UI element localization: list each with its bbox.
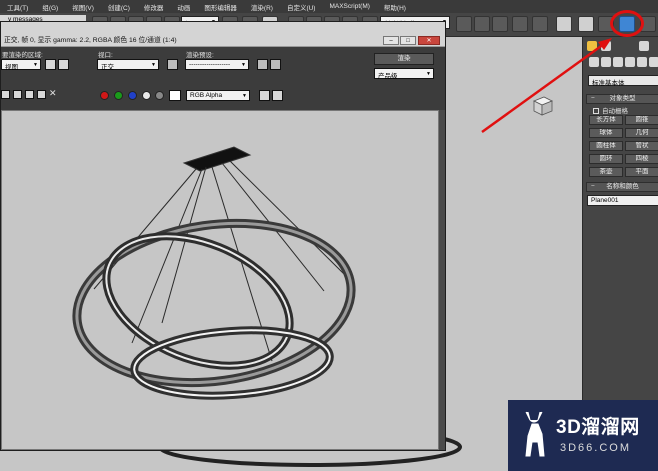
watermark-sub: 3D66.COM [560,442,632,454]
deer-logo-icon [525,411,545,457]
watermark: 3D溜溜网 3D66.COM [508,400,658,471]
watermark-main: 3D溜溜网 [556,417,640,438]
